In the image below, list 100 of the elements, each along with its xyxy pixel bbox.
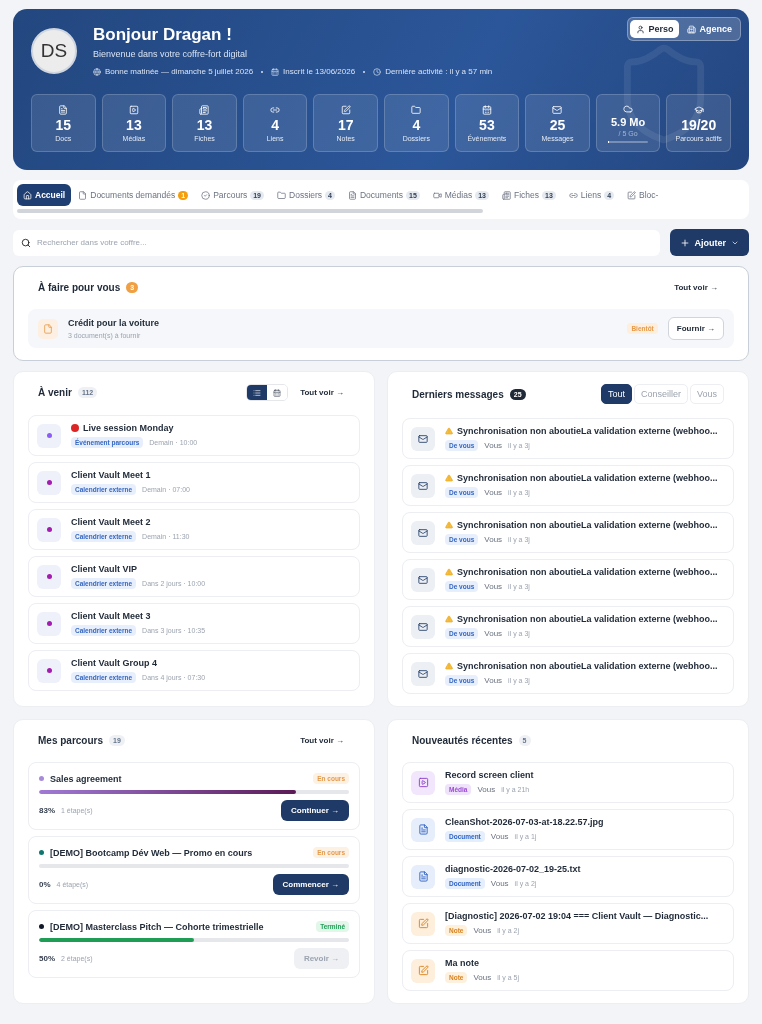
message-author: Vous xyxy=(484,676,503,685)
stat-value: 15 xyxy=(55,116,72,133)
nav-tab[interactable]: Accueil xyxy=(17,184,72,206)
see-all-link[interactable]: Tout voir → xyxy=(294,734,350,746)
mail-icon xyxy=(418,668,428,679)
recent-author: Vous xyxy=(473,973,492,982)
message-title: Synchronisation non aboutieLa validation externe (webhoo... xyxy=(457,661,718,671)
message-title: Synchronisation non aboutieLa validation externe (webhoo... xyxy=(457,426,718,436)
section-title: À venir xyxy=(38,387,72,398)
warning-icon xyxy=(445,662,453,670)
stat-value: 5.9 Mo xyxy=(610,115,646,128)
warning-icon xyxy=(445,568,453,576)
document-icon xyxy=(348,190,357,200)
event-title: Client Vault VIP xyxy=(71,564,137,574)
plus-icon xyxy=(679,237,690,248)
calendar-icon xyxy=(481,104,492,115)
message-author: Vous xyxy=(484,441,503,450)
stat-value: 17 xyxy=(337,116,354,133)
section-title: Nouveautés récentes xyxy=(412,734,513,746)
play-icon xyxy=(128,104,139,115)
search-icon xyxy=(21,237,31,248)
event-title: Client Vault Group 4 xyxy=(71,658,157,668)
document-icon xyxy=(78,190,88,200)
mail-icon xyxy=(418,433,428,444)
message-title: Synchronisation non aboutieLa validation externe (webhoo... xyxy=(457,520,718,530)
message-title: Synchronisation non aboutieLa validation externe (webhoo... xyxy=(457,567,718,577)
calendar-icon xyxy=(271,67,280,76)
user-icon xyxy=(636,24,646,34)
storage-bar xyxy=(608,140,649,143)
recent-author: Vous xyxy=(477,785,496,794)
progress-percent: 0% xyxy=(39,880,51,889)
recent-author: Vous xyxy=(490,832,509,841)
play-icon xyxy=(417,777,429,788)
mode-button[interactable]: Perso xyxy=(630,20,680,38)
message-title: Synchronisation non aboutieLa validation externe (webhoo... xyxy=(457,614,718,624)
nav-tab[interactable]: Bloc- xyxy=(621,184,665,206)
cloud-icon xyxy=(623,103,634,114)
message-author: Vous xyxy=(484,582,503,591)
progress-percent: 83% xyxy=(39,806,55,815)
section-title: Mes parcours xyxy=(38,734,104,746)
event-title: Client Vault Meet 1 xyxy=(71,470,151,480)
add-button[interactable]: Ajouter xyxy=(669,229,749,256)
list-view-button[interactable] xyxy=(247,385,268,400)
filter-tab[interactable]: Tout xyxy=(600,384,632,404)
graduation-cap-icon xyxy=(693,104,704,115)
recent-title: CleanShot-2026-07-03-at-18.22.57.jpg xyxy=(445,817,605,827)
globe-icon xyxy=(93,67,101,76)
see-all-link[interactable]: Tout voir → xyxy=(668,281,724,293)
document-icon xyxy=(417,871,429,882)
provide-button[interactable]: Fournir → xyxy=(667,317,724,340)
pencil-icon xyxy=(627,190,637,200)
stat-value: 13 xyxy=(196,116,213,133)
warning-icon xyxy=(445,521,453,529)
link-icon xyxy=(270,104,281,115)
stat-value: 4 xyxy=(271,116,279,133)
newspaper-icon xyxy=(502,190,511,200)
folder-icon xyxy=(277,190,286,200)
mail-icon xyxy=(418,527,428,538)
journey-button[interactable]: Continuer → xyxy=(281,800,349,821)
document-icon xyxy=(38,318,58,339)
search-field[interactable]: Rechercher dans votre coffre... xyxy=(13,229,660,256)
stat-value: 53 xyxy=(479,116,495,133)
meta-text: Bonne matinée — dimanche 5 juillet 2026 xyxy=(105,67,254,76)
mail-icon xyxy=(552,104,563,115)
journey-button[interactable]: Commencer → xyxy=(272,874,349,895)
building-icon xyxy=(687,24,697,34)
folder-icon xyxy=(411,104,422,115)
mail-icon xyxy=(418,574,428,585)
journey-title: [DEMO] Bootcamp Dév Web — Promo en cours xyxy=(50,847,253,858)
note-icon xyxy=(417,965,429,976)
clock-icon xyxy=(373,67,382,76)
warning-icon xyxy=(445,427,453,435)
recent-title: [Diagnostic] 2026-07-02 19:04 === Client Vault — Diagnostic... xyxy=(445,911,710,921)
note-icon xyxy=(340,104,351,115)
link-icon xyxy=(568,190,578,200)
newspaper-icon xyxy=(199,104,210,115)
item-title: Crédit pour la voiture xyxy=(68,318,160,328)
progress-percent: 50% xyxy=(39,954,55,963)
recent-author: Vous xyxy=(473,926,492,935)
video-icon xyxy=(432,190,442,200)
list-icon xyxy=(253,388,262,397)
event-title: Live session Monday xyxy=(83,423,174,433)
avatar: DS xyxy=(31,27,77,74)
message-author: Vous xyxy=(484,629,503,638)
meta-text: Inscrit le 13/06/2026 xyxy=(283,67,356,76)
message-author: Vous xyxy=(484,488,503,497)
event-title: Client Vault Meet 3 xyxy=(71,611,151,621)
recent-title: Ma note xyxy=(445,958,480,968)
journey-title: Sales agreement xyxy=(50,773,122,784)
meta-text: Dernière activité : il y a 57 min xyxy=(385,67,493,76)
check-circle-icon xyxy=(201,190,211,200)
welcome-subtitle: Bienvenue dans votre coffre-fort digital xyxy=(93,49,247,59)
section-title: À faire pour vous xyxy=(38,281,121,293)
mail-icon xyxy=(418,621,428,632)
stat-value: 13 xyxy=(126,116,142,133)
message-title: Synchronisation non aboutieLa validation externe (webhoo... xyxy=(457,473,718,483)
recent-title: Record screen client xyxy=(445,770,535,780)
see-all-link[interactable]: Tout voir → xyxy=(294,387,350,398)
mode-button[interactable]: Agence xyxy=(681,20,738,38)
note-icon xyxy=(417,918,429,929)
